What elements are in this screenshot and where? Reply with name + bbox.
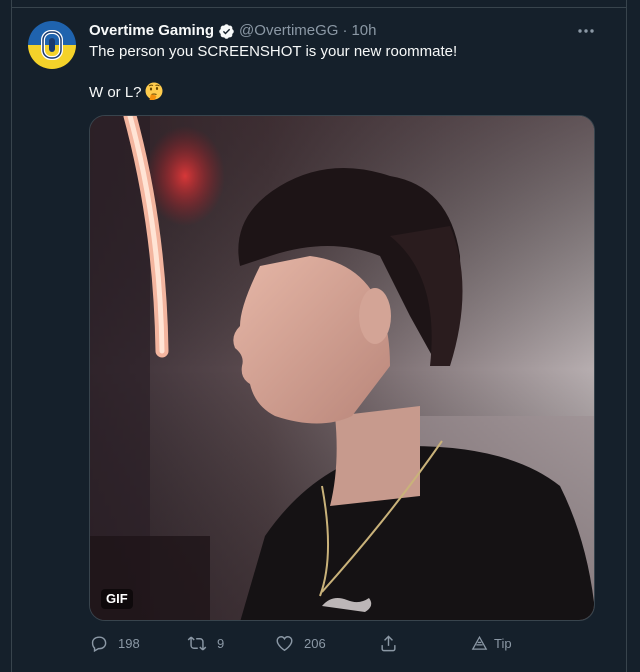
tweet-text-line-2: W or L? <box>89 82 163 103</box>
reply-button[interactable]: 198 <box>89 631 140 655</box>
tweet-header: Overtime Gaming @OvertimeGG · 10h <box>89 20 604 42</box>
gif-frame-image <box>90 116 594 620</box>
handle[interactable]: @OvertimeGG <box>239 21 338 41</box>
tweet-actions: 198 9 206 Tip <box>89 631 529 655</box>
tweet-divider <box>11 7 627 8</box>
like-button[interactable]: 206 <box>275 631 326 655</box>
retweet-count: 9 <box>217 635 225 651</box>
timestamp[interactable]: 10h <box>351 21 376 41</box>
timeline: Overtime Gaming @OvertimeGG · 10h The pe… <box>0 0 640 672</box>
tweet-text-line-1: The person you SCREENSHOT is your new ro… <box>89 43 458 60</box>
retweet-button[interactable]: 9 <box>187 631 224 655</box>
separator-dot: · <box>342 22 348 39</box>
tweet-media-gif[interactable]: GIF <box>89 115 595 621</box>
column-border-right <box>626 0 627 672</box>
tip-button[interactable]: Tip <box>471 631 512 655</box>
share-button[interactable] <box>379 631 398 655</box>
reply-count: 198 <box>118 635 140 651</box>
heart-icon <box>276 635 293 651</box>
thinking-face-emoji <box>145 82 163 100</box>
reply-icon <box>91 635 107 652</box>
tweet-text-question: W or L? <box>89 84 142 101</box>
avatar[interactable] <box>28 21 76 69</box>
more-dots-icon <box>578 29 594 33</box>
verified-badge-icon <box>218 23 235 40</box>
gif-badge: GIF <box>101 589 133 609</box>
tip-label: Tip <box>494 635 512 651</box>
column-border-left <box>11 0 12 672</box>
more-options-button[interactable] <box>574 21 598 41</box>
like-count: 206 <box>304 635 326 651</box>
display-name[interactable]: Overtime Gaming <box>89 21 214 41</box>
tip-icon <box>471 635 488 650</box>
retweet-icon <box>187 636 207 650</box>
share-icon <box>381 634 396 651</box>
overtime-logo-icon <box>28 21 76 69</box>
